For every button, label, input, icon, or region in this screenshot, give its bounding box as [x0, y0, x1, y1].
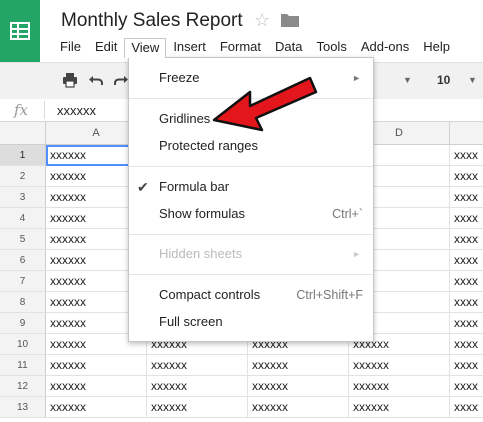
menu-item-label: Show formulas: [159, 206, 245, 221]
print-icon[interactable]: [62, 72, 78, 88]
menu-item-full-screen[interactable]: Full screen: [129, 310, 373, 334]
menu-add-ons[interactable]: Add-ons: [361, 38, 416, 58]
font-dropdown-arrow-icon[interactable]: ▼: [403, 75, 412, 85]
menu-item-shortcut: Ctrl+`: [332, 207, 363, 221]
column-header-e[interactable]: [450, 122, 483, 144]
star-icon[interactable]: ☆: [254, 10, 270, 31]
menu-view[interactable]: View: [124, 38, 167, 58]
grid-cell[interactable]: xxxxxx: [46, 376, 147, 397]
row-header[interactable]: 5: [0, 229, 46, 250]
grid-cell[interactable]: xxxx: [450, 397, 483, 418]
menu-format[interactable]: Format: [220, 38, 268, 58]
menu-item-hidden-sheets: Hidden sheets ►: [129, 242, 373, 266]
menu-data[interactable]: Data: [275, 38, 309, 58]
table-row: 12 xxxxxx xxxxxx xxxxxx xxxxxx xxxx: [0, 376, 483, 397]
menu-file[interactable]: File: [60, 38, 88, 58]
row-header[interactable]: 4: [0, 208, 46, 229]
grid-cell[interactable]: xxxx: [450, 145, 483, 166]
grid-cell[interactable]: xxxxxx: [248, 376, 349, 397]
submenu-arrow-icon: ►: [352, 73, 361, 83]
font-size-arrow-icon[interactable]: ▼: [468, 75, 477, 85]
grid-cell[interactable]: xxxxxx: [46, 355, 147, 376]
grid-cell[interactable]: xxxxxx: [46, 397, 147, 418]
grid-cell[interactable]: xxxxxx: [147, 397, 248, 418]
grid-cell[interactable]: xxxx: [450, 355, 483, 376]
grid-cell[interactable]: xxxx: [450, 229, 483, 250]
annotation-arrow-icon: [212, 76, 318, 132]
grid-cell[interactable]: xxxxxx: [349, 355, 450, 376]
menu-item-label: Full screen: [159, 314, 223, 329]
menu-item-label: Compact controls: [159, 287, 261, 302]
fx-icon: fx: [14, 101, 29, 119]
menu-help[interactable]: Help: [423, 38, 457, 58]
redo-icon[interactable]: [113, 72, 129, 88]
menu-item-show-formulas[interactable]: Show formulas Ctrl+`: [129, 202, 373, 226]
menu-separator: [129, 166, 373, 167]
formula-divider: [44, 101, 45, 119]
submenu-arrow-icon: ►: [352, 249, 361, 259]
grid-cell[interactable]: xxxx: [450, 250, 483, 271]
sheets-logo[interactable]: [0, 0, 40, 62]
menu-item-label: Gridlines: [159, 111, 211, 126]
app-header: Monthly Sales Report ☆ File Edit View In…: [0, 0, 483, 62]
menu-item-compact-controls[interactable]: Compact controls Ctrl+Shift+F: [129, 283, 373, 307]
document-title[interactable]: Monthly Sales Report: [61, 10, 243, 32]
grid-cell[interactable]: xxxxxx: [248, 397, 349, 418]
row-header[interactable]: 9: [0, 313, 46, 334]
row-header[interactable]: 3: [0, 187, 46, 208]
select-all-corner[interactable]: [0, 122, 46, 144]
row-header[interactable]: 10: [0, 334, 46, 355]
grid-cell[interactable]: xxxxxx: [147, 355, 248, 376]
menu-edit[interactable]: Edit: [95, 38, 124, 58]
menu-separator: [129, 234, 373, 235]
menu-tools[interactable]: Tools: [316, 38, 353, 58]
grid-cell[interactable]: xxxx: [450, 208, 483, 229]
row-header[interactable]: 7: [0, 271, 46, 292]
grid-cell[interactable]: xxxx: [450, 166, 483, 187]
font-size-select[interactable]: 10: [437, 73, 450, 87]
menu-item-label: Freeze: [159, 70, 200, 85]
grid-cell[interactable]: xxxxxx: [147, 376, 248, 397]
folder-icon[interactable]: [281, 13, 299, 27]
menu-insert[interactable]: Insert: [173, 38, 213, 58]
checkmark-icon: ✔: [137, 179, 149, 195]
grid-cell[interactable]: xxxxxx: [349, 376, 450, 397]
menubar: File Edit View Insert Format Data Tools …: [60, 38, 464, 58]
table-row: 11 xxxxxx xxxxxx xxxxxx xxxxxx xxxx: [0, 355, 483, 376]
menu-item-label: Formula bar: [159, 179, 230, 194]
row-header[interactable]: 6: [0, 250, 46, 271]
menu-item-label: Hidden sheets: [159, 246, 243, 261]
table-row: 13 xxxxxx xxxxxx xxxxxx xxxxxx xxxx: [0, 397, 483, 418]
grid-cell[interactable]: xxxx: [450, 334, 483, 355]
spreadsheet-app: Monthly Sales Report ☆ File Edit View In…: [0, 0, 483, 422]
row-header[interactable]: 8: [0, 292, 46, 313]
menu-separator: [129, 274, 373, 275]
grid-cell[interactable]: xxxx: [450, 271, 483, 292]
row-header[interactable]: 12: [0, 376, 46, 397]
row-header[interactable]: 1: [0, 145, 46, 166]
formula-input[interactable]: xxxxxx: [57, 103, 96, 118]
grid-cell[interactable]: xxxx: [450, 313, 483, 334]
row-header[interactable]: 11: [0, 355, 46, 376]
grid-cell[interactable]: xxxx: [450, 187, 483, 208]
undo-icon[interactable]: [88, 72, 104, 88]
grid-cell[interactable]: xxxx: [450, 376, 483, 397]
row-header[interactable]: 13: [0, 397, 46, 418]
sheets-logo-icon: [10, 22, 30, 40]
menu-item-formula-bar[interactable]: ✔ Formula bar: [129, 175, 373, 199]
grid-cell[interactable]: xxxxxx: [349, 397, 450, 418]
grid-cell[interactable]: xxxx: [450, 292, 483, 313]
menu-item-shortcut: Ctrl+Shift+F: [296, 288, 363, 302]
row-header[interactable]: 2: [0, 166, 46, 187]
grid-cell[interactable]: xxxxxx: [248, 355, 349, 376]
